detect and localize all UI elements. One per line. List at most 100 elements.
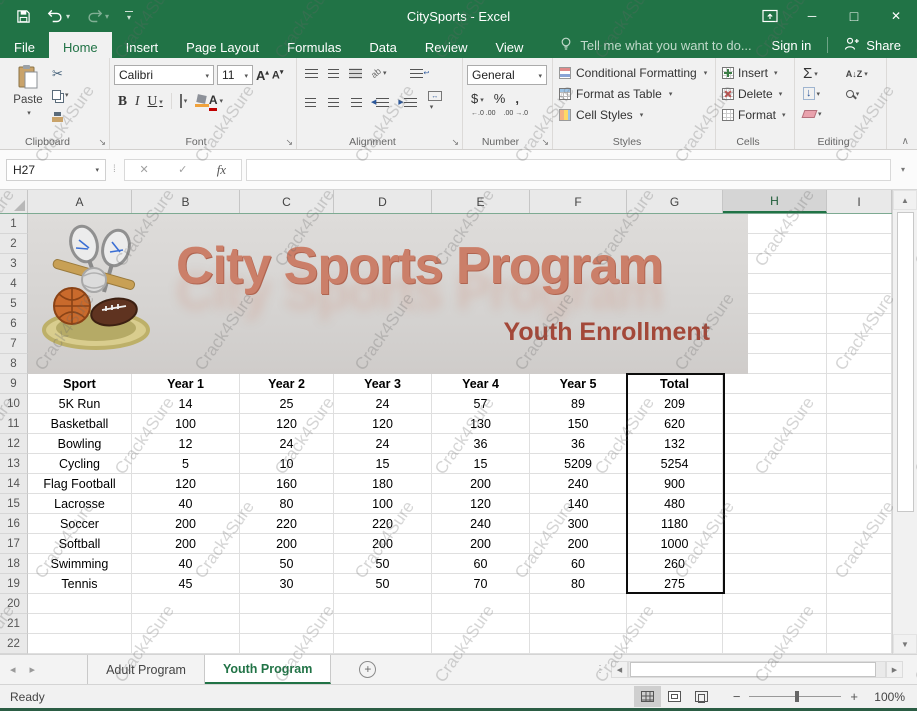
cell-C21[interactable] <box>240 614 334 634</box>
cell-I18[interactable] <box>827 554 892 574</box>
cell-A12[interactable]: Bowling <box>28 434 132 454</box>
fill-button[interactable]: ↓ <box>803 85 836 102</box>
ribbon-tab-view[interactable]: View <box>481 32 537 58</box>
font-name-combobox[interactable]: Calibri <box>114 65 214 85</box>
row-header-8[interactable]: 8 <box>0 354 28 374</box>
cell-F16[interactable]: 300 <box>530 514 627 534</box>
ribbon-tab-file[interactable]: File <box>0 32 49 58</box>
row-header-13[interactable]: 13 <box>0 454 28 474</box>
redo-button[interactable]: ▾ <box>86 9 109 23</box>
paste-dropdown-icon[interactable] <box>25 107 31 119</box>
row-header-16[interactable]: 16 <box>0 514 28 534</box>
scroll-down-icon[interactable]: ▼ <box>893 634 917 654</box>
align-right-button[interactable] <box>349 97 362 108</box>
next-sheet-icon[interactable]: ▸ <box>30 663 36 676</box>
cell-E18[interactable]: 60 <box>432 554 530 574</box>
cell-I12[interactable] <box>827 434 892 454</box>
cell-E19[interactable]: 70 <box>432 574 530 594</box>
cell-I6[interactable] <box>827 314 892 334</box>
row-header-14[interactable]: 14 <box>0 474 28 494</box>
cell-styles-button[interactable]: Cell Styles <box>557 104 711 125</box>
cell-D15[interactable]: 100 <box>334 494 432 514</box>
cell-C11[interactable]: 120 <box>240 414 334 434</box>
cell-F19[interactable]: 80 <box>530 574 627 594</box>
row-header-11[interactable]: 11 <box>0 414 28 434</box>
sheet-tab-youth-program[interactable]: Youth Program <box>205 655 331 684</box>
font-dialog-launcher-icon[interactable]: ↘ <box>285 137 293 148</box>
name-box[interactable]: H27 <box>6 159 106 181</box>
cell-I20[interactable] <box>827 594 892 614</box>
customize-quick-access-icon[interactable]: ▾ <box>125 11 133 22</box>
vertical-scroll-thumb[interactable] <box>897 212 914 512</box>
accounting-format-button[interactable]: $ <box>471 91 484 106</box>
row-header-3[interactable]: 3 <box>0 254 28 274</box>
minimize-button[interactable]: ─ <box>791 0 833 32</box>
cell-A10[interactable]: 5K Run <box>28 394 132 414</box>
tell-me-box[interactable]: Tell me what you want to do... <box>559 32 751 58</box>
row-header-5[interactable]: 5 <box>0 294 28 314</box>
column-header-C[interactable]: C <box>240 190 334 213</box>
cell-I17[interactable] <box>827 534 892 554</box>
row-header-21[interactable]: 21 <box>0 614 28 634</box>
align-top-button[interactable] <box>305 68 318 79</box>
cell-F13[interactable]: 5209 <box>530 454 627 474</box>
cell-D18[interactable]: 50 <box>334 554 432 574</box>
ribbon-tab-review[interactable]: Review <box>411 32 482 58</box>
cell-G10[interactable]: 209 <box>627 394 723 414</box>
orientation-button[interactable]: ab <box>371 67 387 79</box>
format-as-table-button[interactable]: Format as Table <box>557 83 711 104</box>
cell-H20[interactable] <box>723 594 827 614</box>
cell-E20[interactable] <box>432 594 530 614</box>
normal-view-button[interactable] <box>634 686 661 707</box>
align-bottom-button[interactable] <box>349 68 362 79</box>
cell-I9[interactable] <box>827 374 892 394</box>
cell-B20[interactable] <box>132 594 240 614</box>
cell-E21[interactable] <box>432 614 530 634</box>
cell-C19[interactable]: 30 <box>240 574 334 594</box>
cell-E12[interactable]: 36 <box>432 434 530 454</box>
cell-I4[interactable] <box>827 274 892 294</box>
cell-C22[interactable] <box>240 634 334 654</box>
cell-F15[interactable]: 140 <box>530 494 627 514</box>
maximize-button[interactable]: □ <box>833 0 875 32</box>
cell-H15[interactable] <box>723 494 827 514</box>
alignment-dialog-launcher-icon[interactable]: ↘ <box>451 137 459 148</box>
cell-H18[interactable] <box>723 554 827 574</box>
cell-B14[interactable]: 120 <box>132 474 240 494</box>
increase-indent-button[interactable]: ▶ <box>398 97 416 108</box>
cell-H19[interactable] <box>723 574 827 594</box>
cell-C13[interactable]: 10 <box>240 454 334 474</box>
page-layout-view-button[interactable] <box>661 686 688 707</box>
collapse-ribbon-icon[interactable]: ∧ <box>902 136 909 147</box>
cell-G14[interactable]: 900 <box>627 474 723 494</box>
cell-E10[interactable]: 57 <box>432 394 530 414</box>
cell-F14[interactable]: 240 <box>530 474 627 494</box>
insert-function-icon[interactable]: fx <box>217 162 226 178</box>
cell-D19[interactable]: 50 <box>334 574 432 594</box>
cell-G11[interactable]: 620 <box>627 414 723 434</box>
cell-G15[interactable]: 480 <box>627 494 723 514</box>
share-button[interactable]: Share <box>828 36 917 54</box>
row-header-19[interactable]: 19 <box>0 574 28 594</box>
cell-H11[interactable] <box>723 414 827 434</box>
cell-C16[interactable]: 220 <box>240 514 334 534</box>
cell-C20[interactable] <box>240 594 334 614</box>
zoom-in-icon[interactable]: + <box>850 689 858 704</box>
cell-H22[interactable] <box>723 634 827 654</box>
zoom-slider[interactable] <box>749 696 841 697</box>
cell-C9[interactable]: Year 2 <box>240 374 334 394</box>
cell-A22[interactable] <box>28 634 132 654</box>
italic-button[interactable]: I <box>135 93 140 109</box>
cell-B17[interactable]: 200 <box>132 534 240 554</box>
cell-G21[interactable] <box>627 614 723 634</box>
fill-color-button[interactable] <box>195 95 201 107</box>
cell-D12[interactable]: 24 <box>334 434 432 454</box>
comma-style-button[interactable]: , <box>515 91 519 106</box>
row-header-22[interactable]: 22 <box>0 634 28 654</box>
cell-F22[interactable] <box>530 634 627 654</box>
cell-A11[interactable]: Basketball <box>28 414 132 434</box>
zoom-out-icon[interactable]: − <box>733 689 741 704</box>
find-select-button[interactable] <box>846 85 882 102</box>
increase-font-size-button[interactable]: A▴ <box>256 68 269 83</box>
cell-F18[interactable]: 60 <box>530 554 627 574</box>
